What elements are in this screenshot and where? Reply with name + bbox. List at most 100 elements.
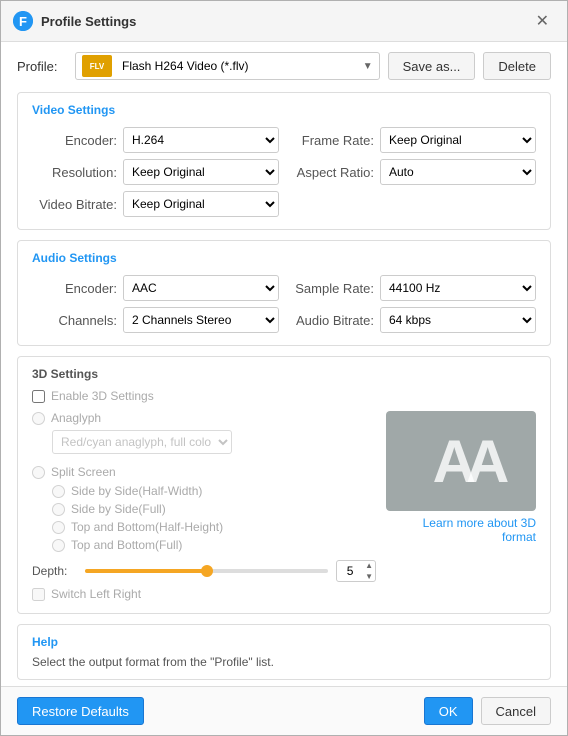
anaglyph-radio[interactable] — [32, 412, 45, 425]
delete-button[interactable]: Delete — [483, 52, 551, 80]
3d-settings-title: 3D Settings — [32, 367, 536, 381]
footer-right: OK Cancel — [424, 697, 551, 725]
3d-right: AA Learn more about 3D format — [386, 411, 536, 601]
resolution-row: Resolution: Keep Original — [32, 159, 279, 185]
footer: Restore Defaults OK Cancel — [1, 686, 567, 735]
frame-rate-row: Frame Rate: Keep Original — [289, 127, 536, 153]
app-icon: F — [13, 11, 33, 31]
video-settings-grid: Encoder: H.264 Frame Rate: Keep Original… — [32, 127, 536, 217]
top-bottom-full-row: Top and Bottom(Full) — [52, 538, 376, 552]
cancel-button[interactable]: Cancel — [481, 697, 551, 725]
side-by-side-half-row: Side by Side(Half-Width) — [52, 484, 376, 498]
aspect-ratio-select[interactable]: Auto — [380, 159, 536, 185]
profile-select[interactable]: FLV Flash H264 Video (*.flv) ▼ — [75, 52, 380, 80]
sub-radio-group: Side by Side(Half-Width) Side by Side(Fu… — [52, 484, 376, 552]
profile-settings-window: F Profile Settings ✕ Profile: FLV Flash … — [0, 0, 568, 736]
sample-rate-label: Sample Rate: — [289, 281, 374, 296]
enable-3d-row: Enable 3D Settings — [32, 389, 536, 403]
video-settings-section: Video Settings Encoder: H.264 Frame Rate… — [17, 92, 551, 230]
switch-left-right-checkbox[interactable] — [32, 588, 45, 601]
3d-settings-section: 3D Settings Enable 3D Settings Anaglyph … — [17, 356, 551, 614]
encoder-select[interactable]: H.264 — [123, 127, 279, 153]
frame-rate-select[interactable]: Keep Original — [380, 127, 536, 153]
encoder-row: Encoder: H.264 — [32, 127, 279, 153]
encoder-label: Encoder: — [32, 133, 117, 148]
audio-settings-section: Audio Settings Encoder: AAC Sample Rate:… — [17, 240, 551, 346]
side-by-side-full-row: Side by Side(Full) — [52, 502, 376, 516]
audio-encoder-row: Encoder: AAC — [32, 275, 279, 301]
switch-left-right-label: Switch Left Right — [51, 587, 141, 601]
profile-selected-value: Flash H264 Video (*.flv) — [122, 59, 249, 73]
anaglyph-select-row: Red/cyan anaglyph, full color — [52, 430, 376, 454]
title-bar: F Profile Settings ✕ — [1, 1, 567, 42]
side-by-side-half-radio[interactable] — [52, 485, 65, 498]
flv-icon: FLV — [82, 55, 112, 77]
top-bottom-half-label: Top and Bottom(Half-Height) — [71, 520, 223, 534]
audio-encoder-select[interactable]: AAC — [123, 275, 279, 301]
switch-row: Switch Left Right — [32, 587, 376, 601]
side-by-side-full-label: Side by Side(Full) — [71, 502, 166, 516]
title-bar-left: F Profile Settings — [13, 11, 136, 31]
3d-layout: Anaglyph Red/cyan anaglyph, full color S… — [32, 411, 536, 601]
help-text: Select the output format from the "Profi… — [32, 655, 536, 669]
audio-bitrate-row: Audio Bitrate: 64 kbps — [289, 307, 536, 333]
restore-defaults-button[interactable]: Restore Defaults — [17, 697, 144, 725]
preview-text: AA — [423, 427, 500, 496]
resolution-select[interactable]: Keep Original — [123, 159, 279, 185]
flv-icon-text: FLV — [90, 62, 105, 71]
frame-rate-label: Frame Rate: — [289, 133, 374, 148]
svg-text:F: F — [19, 14, 27, 29]
learn-more-link[interactable]: Learn more about 3D format — [386, 516, 536, 544]
audio-encoder-label: Encoder: — [32, 281, 117, 296]
top-bottom-full-radio[interactable] — [52, 539, 65, 552]
anaglyph-label: Anaglyph — [51, 411, 101, 425]
top-bottom-half-row: Top and Bottom(Half-Height) — [52, 520, 376, 534]
anaglyph-row: Anaglyph — [32, 411, 376, 425]
3d-radio-group: Anaglyph Red/cyan anaglyph, full color S… — [32, 411, 376, 552]
resolution-label: Resolution: — [32, 165, 117, 180]
depth-slider[interactable] — [85, 569, 328, 573]
profile-select-inner: FLV Flash H264 Video (*.flv) — [82, 55, 363, 77]
depth-up-arrow[interactable]: ▲ — [363, 560, 375, 571]
audio-settings-grid: Encoder: AAC Sample Rate: 44100 Hz Chann… — [32, 275, 536, 333]
audio-bitrate-select[interactable]: 64 kbps — [380, 307, 536, 333]
depth-label: Depth: — [32, 564, 77, 578]
channels-select[interactable]: 2 Channels Stereo — [123, 307, 279, 333]
depth-value: 5 — [337, 564, 363, 578]
channels-row: Channels: 2 Channels Stereo — [32, 307, 279, 333]
side-by-side-full-radio[interactable] — [52, 503, 65, 516]
split-screen-radio[interactable] — [32, 466, 45, 479]
split-screen-label: Split Screen — [51, 465, 116, 479]
top-bottom-half-radio[interactable] — [52, 521, 65, 534]
enable-3d-label: Enable 3D Settings — [51, 389, 154, 403]
channels-label: Channels: — [32, 313, 117, 328]
help-title: Help — [32, 635, 536, 649]
depth-down-arrow[interactable]: ▼ — [363, 571, 375, 582]
depth-row: Depth: 5 ▲ ▼ — [32, 560, 376, 582]
ok-button[interactable]: OK — [424, 697, 473, 725]
sample-rate-row: Sample Rate: 44100 Hz — [289, 275, 536, 301]
video-settings-title: Video Settings — [32, 103, 536, 117]
split-screen-row: Split Screen — [32, 465, 376, 479]
save-as-button[interactable]: Save as... — [388, 52, 476, 80]
sample-rate-select[interactable]: 44100 Hz — [380, 275, 536, 301]
top-bottom-full-label: Top and Bottom(Full) — [71, 538, 182, 552]
preview-box: AA — [386, 411, 536, 511]
aspect-ratio-row: Aspect Ratio: Auto — [289, 159, 536, 185]
video-bitrate-select[interactable]: Keep Original — [123, 191, 279, 217]
profile-row: Profile: FLV Flash H264 Video (*.flv) ▼ … — [17, 52, 551, 80]
video-bitrate-row: Video Bitrate: Keep Original — [32, 191, 279, 217]
close-button[interactable]: ✕ — [530, 9, 555, 33]
anaglyph-type-select[interactable]: Red/cyan anaglyph, full color — [52, 430, 232, 454]
video-bitrate-label: Video Bitrate: — [32, 197, 117, 212]
depth-arrows: ▲ ▼ — [363, 560, 375, 582]
audio-bitrate-label: Audio Bitrate: — [289, 313, 374, 328]
aspect-ratio-label: Aspect Ratio: — [289, 165, 374, 180]
3d-left: Anaglyph Red/cyan anaglyph, full color S… — [32, 411, 376, 601]
depth-spinner: 5 ▲ ▼ — [336, 560, 376, 582]
enable-3d-checkbox[interactable] — [32, 390, 45, 403]
profile-label: Profile: — [17, 59, 67, 74]
help-section: Help Select the output format from the "… — [17, 624, 551, 680]
window-title: Profile Settings — [41, 14, 136, 29]
main-content: Profile: FLV Flash H264 Video (*.flv) ▼ … — [1, 42, 567, 686]
